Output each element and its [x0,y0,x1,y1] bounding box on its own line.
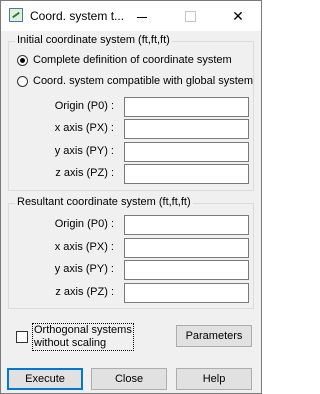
initial-group-title: Initial coordinate system (ft,ft,ft) [15,34,172,46]
radio-compatible-global[interactable]: Coord. system compatible with global sys… [17,75,253,87]
maximize-button [167,1,213,31]
orthogonal-checkbox-row[interactable]: Orthogonal systems without scaling [16,323,134,351]
maximize-icon [184,10,196,22]
close-button[interactable]: Close [91,368,167,390]
initial-y-axis-label: y axis (PY) : [54,145,114,157]
resultant-y-axis-input[interactable] [124,260,249,280]
radio-complete-definition[interactable]: Complete definition of coordinate system [17,54,232,66]
resultant-z-axis-label: z axis (PZ) : [55,286,114,298]
execute-button[interactable]: Execute [7,368,83,390]
resultant-group-title: Resultant coordinate system (ft,ft,ft) [15,196,193,208]
parameters-button-label: Parameters [185,330,243,342]
close-button-label: Close [114,373,144,385]
minimize-button[interactable] [119,1,165,31]
radio-compatible-global-label: Coord. system compatible with global sys… [33,75,254,87]
resultant-coordinate-group: Resultant coordinate system (ft,ft,ft) O… [8,196,254,309]
initial-x-axis-label: x axis (PX) : [54,122,114,134]
dialog-window: Coord. system t... ✕ Initial coordinate … [0,0,262,394]
help-button-label: Help [202,373,226,385]
minimize-icon [137,16,147,18]
initial-coordinate-group: Initial coordinate system (ft,ft,ft) Com… [8,34,254,191]
close-window-button[interactable]: ✕ [215,1,261,31]
orthogonal-checkbox[interactable] [16,331,28,343]
resultant-y-axis-label: y axis (PY) : [54,263,114,275]
resultant-origin-input[interactable] [124,215,249,235]
resultant-x-axis-label: x axis (PX) : [54,241,114,253]
execute-button-label: Execute [25,373,65,385]
window-title: Coord. system t... [30,9,125,23]
initial-y-axis-input[interactable] [124,142,249,162]
initial-origin-input[interactable] [124,97,249,117]
initial-z-axis-label: z axis (PZ) : [55,167,114,179]
initial-origin-label: Origin (P0) : [54,100,114,112]
radio-complete-definition-label: Complete definition of coordinate system [33,54,232,66]
radio-complete-definition-indicator[interactable] [17,54,28,66]
resultant-origin-label: Origin (P0) : [54,218,114,230]
radio-compatible-global-indicator[interactable] [17,75,28,87]
resultant-z-axis-input[interactable] [124,283,249,303]
app-icon [9,8,23,22]
title-bar[interactable]: Coord. system t... ✕ [1,1,261,31]
orthogonal-checkbox-label[interactable]: Orthogonal systems without scaling [32,323,134,351]
parameters-button[interactable]: Parameters [176,325,252,347]
help-button[interactable]: Help [176,368,252,390]
close-icon: ✕ [232,7,244,24]
resultant-x-axis-input[interactable] [124,238,249,258]
initial-z-axis-input[interactable] [124,164,249,184]
initial-x-axis-input[interactable] [124,119,249,139]
